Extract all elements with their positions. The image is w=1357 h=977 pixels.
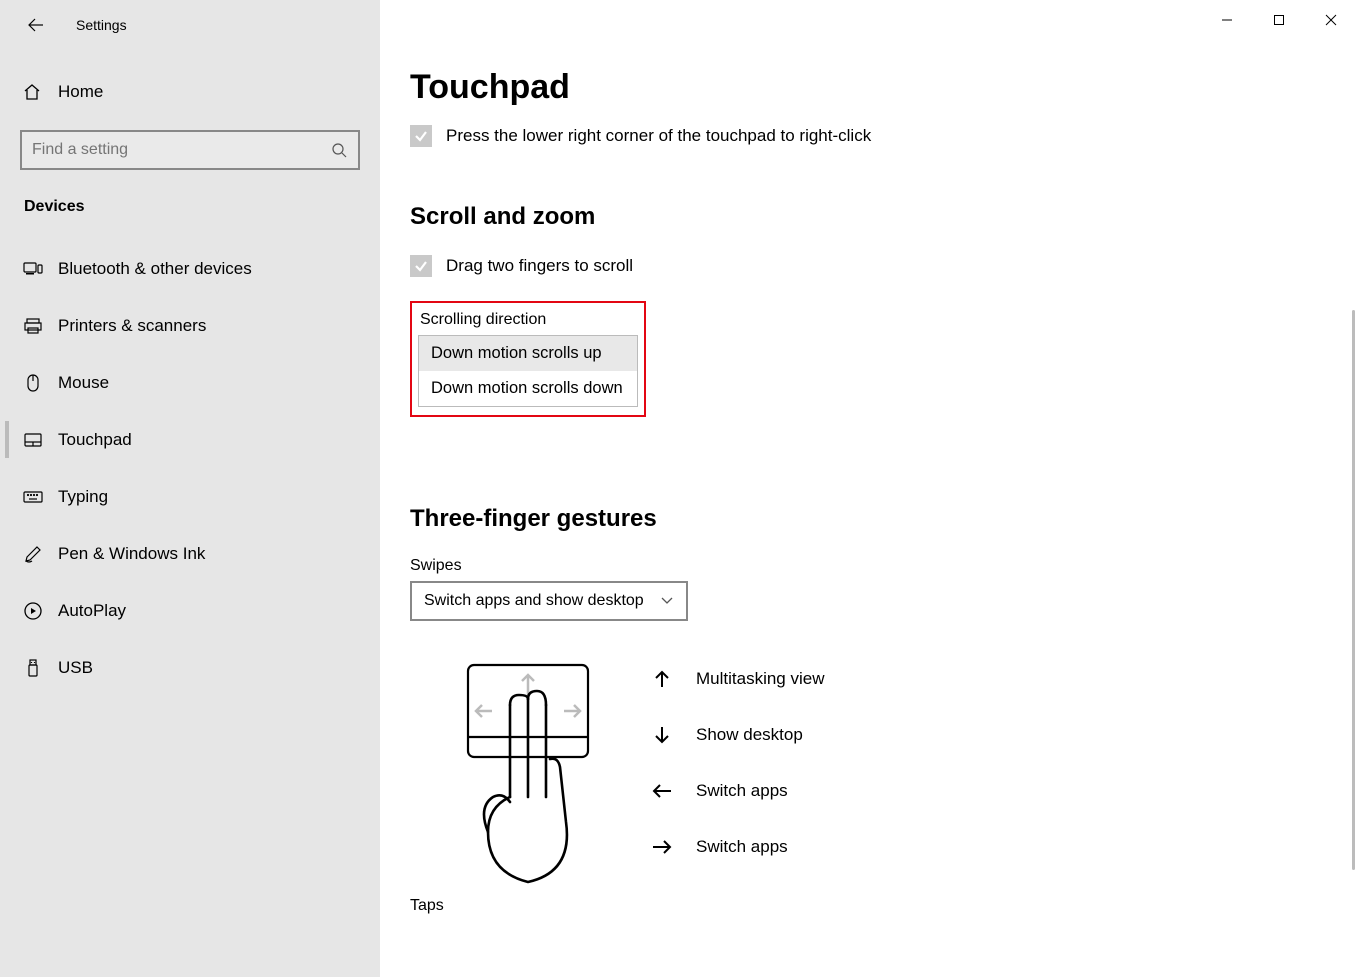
sidebar-item-label: USB: [58, 658, 93, 678]
sidebar-item-label: Pen & Windows Ink: [58, 544, 205, 564]
app-title: Settings: [76, 17, 127, 33]
drag-scroll-option[interactable]: Drag two fingers to scroll: [410, 255, 1321, 277]
swipes-dropdown[interactable]: Switch apps and show desktop: [410, 581, 688, 621]
gesture-left-label: Switch apps: [696, 781, 788, 801]
sidebar-item-touchpad[interactable]: Touchpad: [0, 411, 380, 468]
devices-icon: [22, 260, 44, 278]
search-icon: [330, 142, 348, 158]
sidebar-item-typing[interactable]: Typing: [0, 468, 380, 525]
sidebar-home[interactable]: Home: [0, 70, 380, 114]
arrow-down-icon: [648, 725, 676, 745]
sidebar-category: Devices: [0, 170, 380, 226]
keyboard-icon: [22, 490, 44, 504]
sidebar-item-label: Typing: [58, 487, 108, 507]
back-button[interactable]: [20, 9, 52, 41]
window-controls: [1201, 0, 1357, 40]
drag-scroll-label: Drag two fingers to scroll: [446, 256, 633, 276]
gesture-right-label: Switch apps: [696, 837, 788, 857]
right-click-label: Press the lower right corner of the touc…: [446, 126, 871, 146]
gesture-up: Multitasking view: [648, 669, 825, 689]
sidebar-item-pen[interactable]: Pen & Windows Ink: [0, 525, 380, 582]
arrow-left-icon: [648, 783, 676, 799]
gesture-down-label: Show desktop: [696, 725, 803, 745]
page-title: Touchpad: [410, 68, 1321, 107]
gesture-diagram: [438, 657, 618, 887]
sidebar-item-usb[interactable]: USB: [0, 639, 380, 696]
printer-icon: [22, 317, 44, 335]
three-finger-header: Three-finger gestures: [410, 505, 1321, 533]
mouse-icon: [22, 373, 44, 393]
sidebar-item-printers[interactable]: Printers & scanners: [0, 297, 380, 354]
touchpad-icon: [22, 432, 44, 448]
sidebar-item-label: Touchpad: [58, 430, 132, 450]
gesture-up-label: Multitasking view: [696, 669, 825, 689]
sidebar-nav: Bluetooth & other devices Printers & sca…: [0, 240, 380, 696]
arrow-right-icon: [648, 839, 676, 855]
gesture-right: Switch apps: [648, 837, 825, 857]
sidebar-item-label: Printers & scanners: [58, 316, 206, 336]
chevron-down-icon: [660, 593, 674, 609]
usb-icon: [22, 658, 44, 678]
checkbox-icon: [410, 125, 432, 147]
scroll-direction-dropdown[interactable]: Down motion scrolls up Down motion scrol…: [418, 335, 638, 407]
scroll-option-up[interactable]: Down motion scrolls up: [419, 336, 637, 371]
scroll-zoom-header: Scroll and zoom: [410, 203, 1321, 231]
arrow-up-icon: [648, 669, 676, 689]
search-input[interactable]: [32, 141, 330, 159]
right-click-option[interactable]: Press the lower right corner of the touc…: [410, 125, 1321, 147]
gesture-down: Show desktop: [648, 725, 825, 745]
sidebar-home-label: Home: [58, 82, 103, 102]
search-box[interactable]: [20, 130, 360, 170]
autoplay-icon: [22, 601, 44, 621]
swipes-selected: Switch apps and show desktop: [424, 592, 644, 610]
swipes-label: Swipes: [410, 557, 1321, 575]
scroll-option-down[interactable]: Down motion scrolls down: [419, 371, 637, 406]
home-icon: [22, 82, 42, 102]
pen-icon: [22, 544, 44, 564]
minimize-button[interactable]: [1201, 0, 1253, 40]
close-button[interactable]: [1305, 0, 1357, 40]
taps-label: Taps: [410, 897, 1321, 915]
sidebar-item-label: AutoPlay: [58, 601, 126, 621]
scroll-direction-highlight: Scrolling direction Down motion scrolls …: [410, 301, 646, 417]
sidebar-item-label: Mouse: [58, 373, 109, 393]
sidebar: Settings Home Devices: [0, 0, 380, 977]
checkbox-icon: [410, 255, 432, 277]
scroll-direction-label: Scrolling direction: [420, 311, 638, 329]
maximize-button[interactable]: [1253, 0, 1305, 40]
main-content: Touchpad Press the lower right corner of…: [380, 0, 1357, 977]
sidebar-item-label: Bluetooth & other devices: [58, 259, 252, 279]
scrollbar[interactable]: [1352, 310, 1355, 870]
gesture-left: Switch apps: [648, 781, 825, 801]
sidebar-item-autoplay[interactable]: AutoPlay: [0, 582, 380, 639]
sidebar-item-bluetooth[interactable]: Bluetooth & other devices: [0, 240, 380, 297]
sidebar-item-mouse[interactable]: Mouse: [0, 354, 380, 411]
